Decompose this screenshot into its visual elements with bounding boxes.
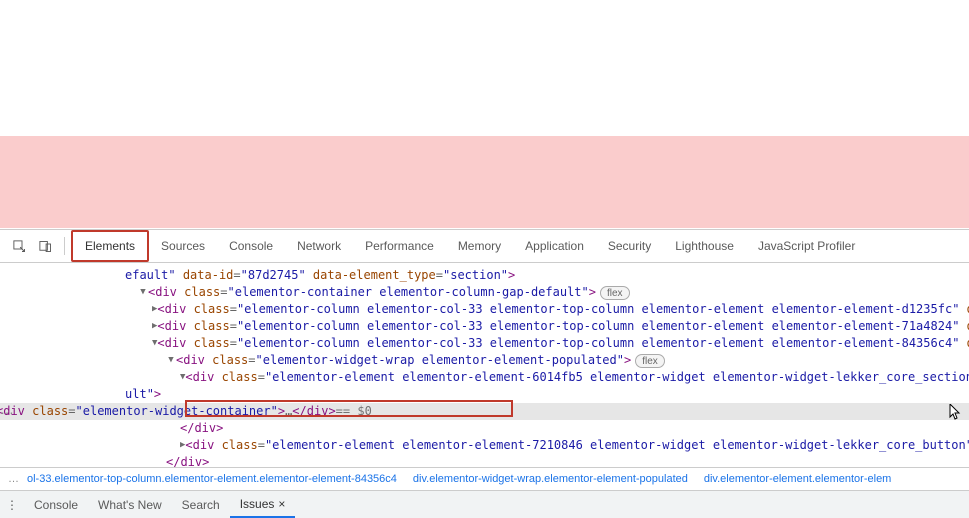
tab-application[interactable]: Application (513, 230, 596, 262)
breadcrumb-item[interactable]: div.elementor-widget-wrap.elementor-elem… (413, 473, 688, 485)
drawer-menu-icon[interactable]: ⋮ (0, 498, 24, 512)
tab-elements[interactable]: Elements (71, 230, 149, 262)
devtools-toolbar: Elements Sources Console Network Perform… (0, 230, 969, 263)
expand-arrow-icon[interactable] (138, 284, 148, 301)
drawer-tab-console[interactable]: Console (24, 491, 88, 518)
dom-node[interactable]: <div class="elementor-element elementor-… (10, 369, 969, 386)
flex-badge[interactable]: flex (600, 286, 630, 300)
devtools-tabs: Elements Sources Console Network Perform… (71, 230, 867, 262)
dom-node[interactable]: <div class="elementor-element elementor-… (10, 437, 969, 454)
dom-node-partial[interactable]: efault" data-id="87d2745" data-element_t… (10, 267, 969, 284)
dom-tree[interactable]: efault" data-id="87d2745" data-element_t… (0, 263, 969, 471)
drawer-tab-search[interactable]: Search (172, 491, 230, 518)
tab-network[interactable]: Network (285, 230, 353, 262)
toolbar-divider (64, 237, 65, 255)
dom-node-close[interactable]: </div> (10, 420, 969, 437)
mouse-cursor-icon (949, 404, 965, 420)
tab-js-profiler[interactable]: JavaScript Profiler (746, 230, 867, 262)
dom-node[interactable]: <div class="elementor-widget-wrap elemen… (10, 352, 969, 369)
breadcrumb-item[interactable]: ol-33.elementor-top-column.elementor-ele… (27, 473, 397, 485)
tab-performance[interactable]: Performance (353, 230, 446, 262)
dom-node-continuation[interactable]: ult"> (10, 386, 969, 403)
drawer-tab-issues[interactable]: Issues× (230, 491, 296, 518)
dom-node[interactable]: <div class="elementor-column elementor-c… (10, 318, 969, 335)
dom-node[interactable]: <div class="elementor-column elementor-c… (10, 301, 969, 318)
dom-node[interactable]: <div class="elementor-container elemento… (10, 284, 969, 301)
dom-node[interactable]: <div class="elementor-column elementor-c… (10, 335, 969, 352)
drawer-tab-whats-new[interactable]: What's New (88, 491, 172, 518)
breadcrumb-overflow-icon[interactable]: … (8, 473, 19, 485)
page-preview-area (0, 0, 969, 228)
tab-memory[interactable]: Memory (446, 230, 513, 262)
drawer-panel: ⋮ Console What's New Search Issues× (0, 490, 969, 518)
tab-console[interactable]: Console (217, 230, 285, 262)
tab-sources[interactable]: Sources (149, 230, 217, 262)
dom-breadcrumb: … ol-33.elementor-top-column.elementor-e… (0, 467, 969, 490)
dom-node-selected[interactable]: <div class="elementor-widget-container">… (0, 403, 969, 420)
gutter-overflow-icon[interactable]: … (0, 401, 15, 417)
toggle-device-icon[interactable] (35, 236, 55, 256)
close-icon[interactable]: × (278, 497, 285, 511)
breadcrumb-item[interactable]: div.elementor-element.elementor-elem (704, 473, 892, 485)
inspect-element-icon[interactable] (9, 236, 29, 256)
tab-lighthouse[interactable]: Lighthouse (663, 230, 746, 262)
devtools-panel: Elements Sources Console Network Perform… (0, 229, 969, 471)
expand-arrow-icon[interactable] (166, 352, 176, 369)
flex-badge[interactable]: flex (635, 354, 665, 368)
tab-security[interactable]: Security (596, 230, 663, 262)
page-preview-whitespace (0, 0, 969, 136)
